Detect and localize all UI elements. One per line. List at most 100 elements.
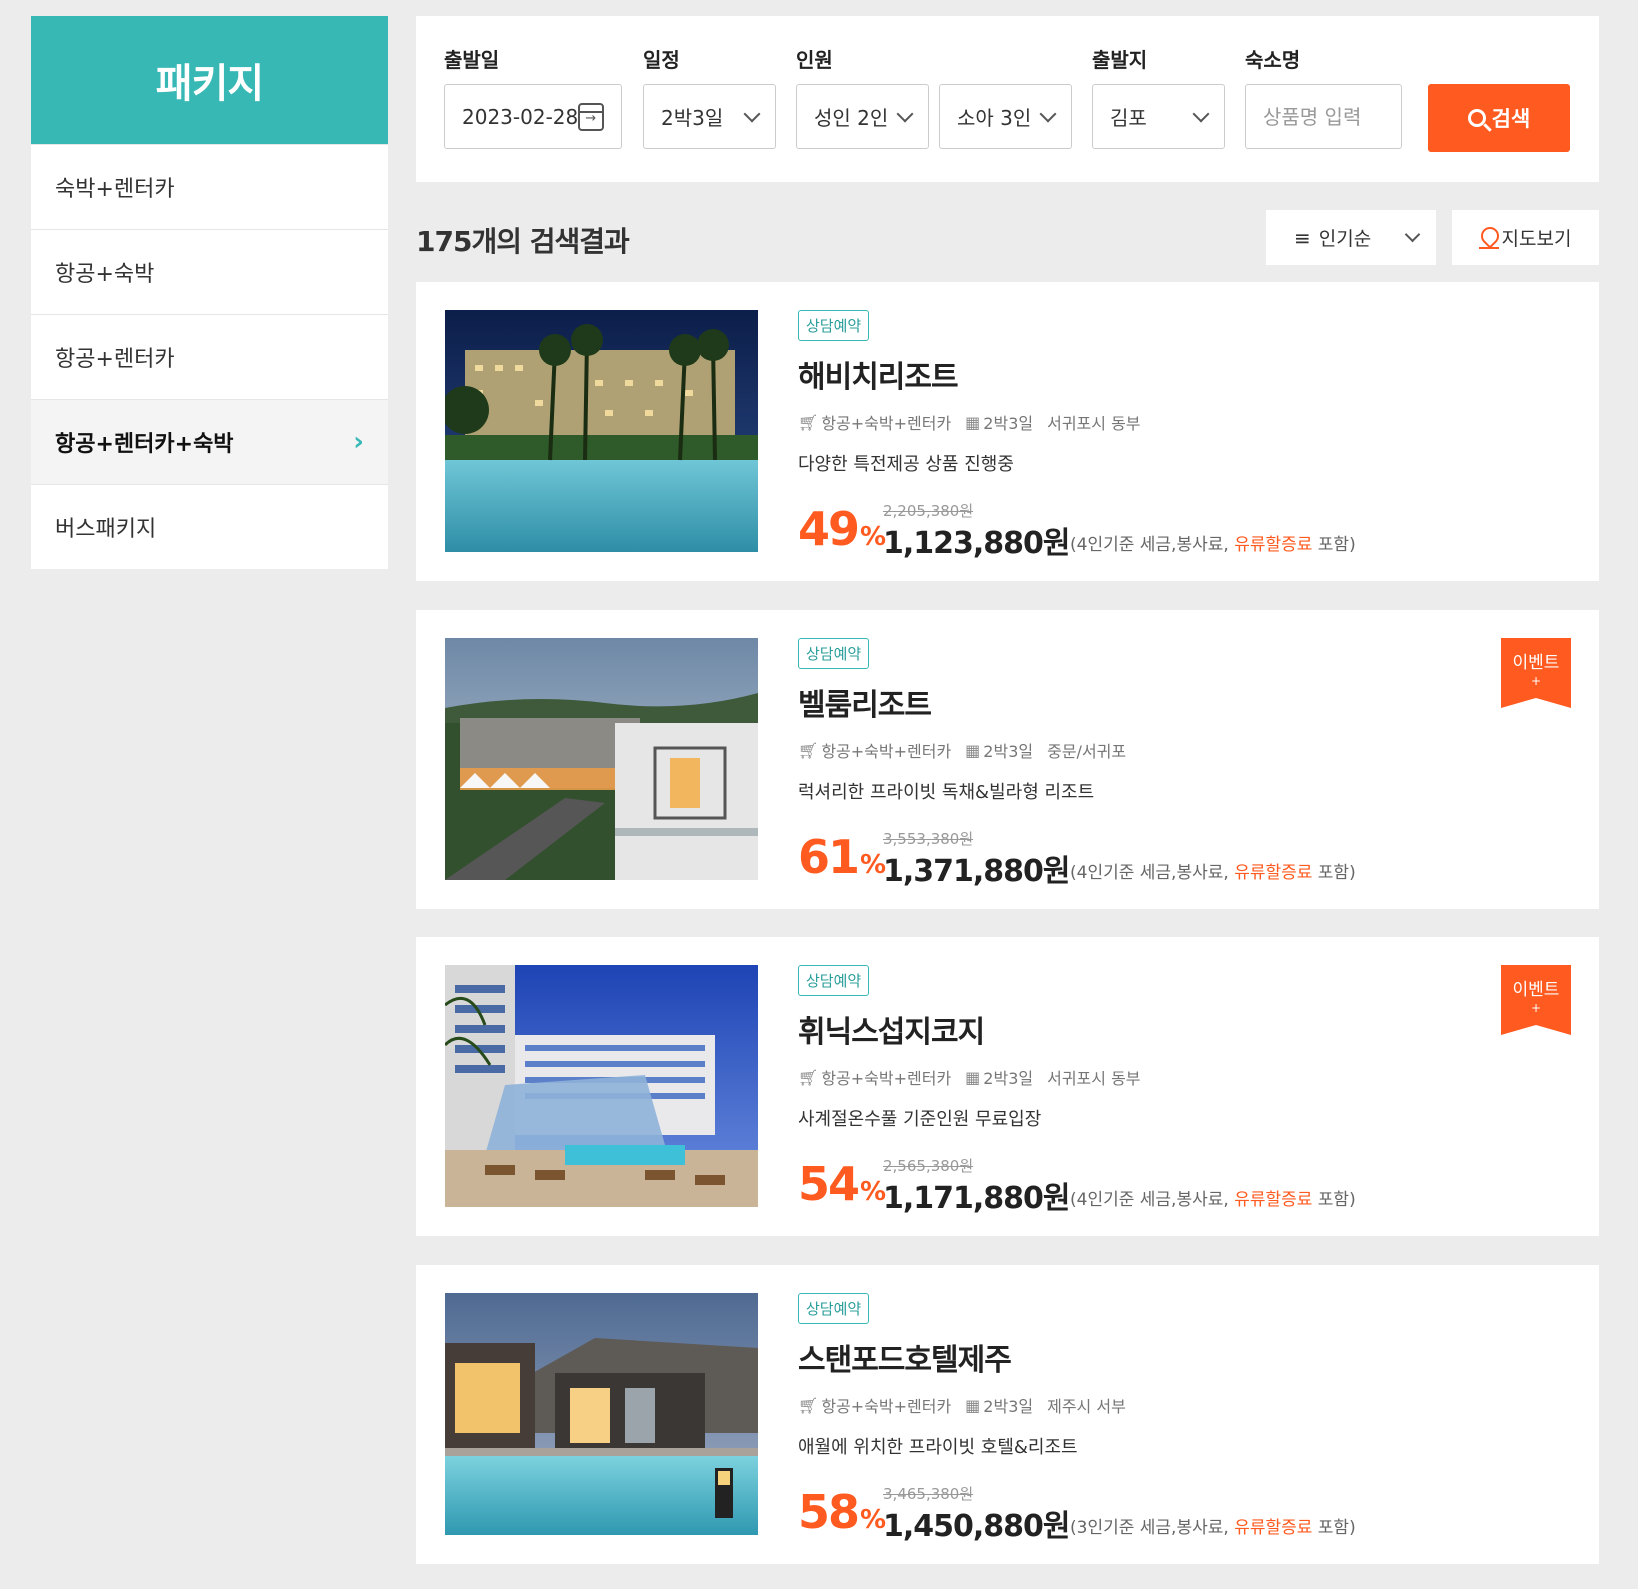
package-type: 항공+숙박+렌터카 [821, 414, 952, 433]
sidebar: 패키지 숙박+렌터카 항공+숙박 항공+렌터카 항공+렌터카+숙박 › 버스패키… [31, 16, 388, 569]
duration: 2박3일 [983, 1069, 1034, 1088]
hotel-description: 애월에 위치한 프라이빗 호텔&리조트 [798, 1437, 1078, 1458]
people-label: 인원 [796, 48, 833, 72]
search-icon [1467, 109, 1486, 127]
price-note-text: 포함) [1312, 863, 1356, 883]
fuel-surcharge-text: 유류할증료 [1234, 535, 1313, 555]
chevron-down-icon [743, 105, 761, 122]
price-note: (4인기준 세금,봉사료, 유류할증료 포함) [1070, 858, 1356, 883]
chevron-down-icon [1192, 105, 1210, 122]
discount-rate: 54% [798, 1157, 886, 1211]
discount-value: 49 [798, 502, 860, 556]
search-button[interactable]: 검색 [1428, 84, 1570, 152]
price-note-text: (4인기준 세금,봉사료, [1070, 863, 1235, 883]
hotel-photo[interactable] [445, 965, 758, 1207]
consult-badge: 상담예약 [798, 638, 870, 669]
hotel-name[interactable]: 해비치리조트 [798, 352, 959, 396]
sidebar-item-air-rentcar-stay[interactable]: 항공+렌터카+숙박 › [31, 399, 388, 484]
hotel-name[interactable]: 벨룸리조트 [798, 680, 932, 724]
fuel-surcharge-text: 유류할증료 [1234, 1190, 1313, 1210]
origin-value: 김포 [1110, 106, 1147, 130]
chevron-down-icon [1404, 226, 1421, 243]
hotel-name[interactable]: 휘닉스섭지코지 [798, 1007, 985, 1051]
plus-icon: + [1530, 1001, 1542, 1015]
calendar-icon: ▦ [965, 412, 981, 432]
sidebar-item-stay-rentcar[interactable]: 숙박+렌터카 [31, 144, 388, 229]
cart-icon: 🛒︎ [798, 1067, 819, 1087]
price-note: (4인기준 세금,봉사료, 유류할증료 포함) [1070, 530, 1356, 555]
location: 중문/서귀포 [1047, 742, 1127, 761]
schedule-label: 일정 [643, 48, 680, 72]
chevron-down-icon [1039, 105, 1057, 122]
product-card[interactable]: 상담예약 스탠포드호텔제주 🛒︎ 항공+숙박+렌터카 ▦ 2박3일 제주시 서부 애… [416, 1265, 1599, 1564]
event-label: 이벤트 [1512, 980, 1560, 1000]
consult-badge: 상담예약 [798, 1293, 870, 1324]
sort-select[interactable]: ≡ 인기순 [1266, 210, 1436, 265]
map-pin-icon [1478, 227, 1499, 249]
price-note-text: 포함) [1312, 1518, 1356, 1538]
package-type: 항공+숙박+렌터카 [821, 742, 952, 761]
calendar-icon: ▦ [965, 1067, 981, 1087]
calendar-icon [578, 102, 604, 131]
package-type: 항공+숙박+렌터카 [821, 1397, 952, 1416]
hotel-meta: 🛒︎ 항공+숙박+렌터카 ▦ 2박3일 서귀포시 동부 [798, 410, 1141, 434]
result-count: 175개의 검색결과 [416, 225, 630, 258]
child-select[interactable]: 소아 3인 [939, 84, 1072, 149]
package-type: 항공+숙박+렌터카 [821, 1069, 952, 1088]
product-card[interactable]: 상담예약 해비치리조트 🛒︎ 항공+숙박+렌터카 ▦ 2박3일 서귀포시 동부 다양… [416, 282, 1599, 581]
sidebar-item-label: 항공+렌터카 [55, 347, 175, 372]
calendar-icon: ▦ [965, 1395, 981, 1415]
price-note: (4인기준 세금,봉사료, 유류할증료 포함) [1070, 1185, 1356, 1210]
discount-value: 61 [798, 830, 860, 884]
depart-date-picker[interactable]: 2023-02-28 [444, 84, 622, 149]
fuel-surcharge-text: 유류할증료 [1234, 1518, 1313, 1538]
hotel-photo[interactable] [445, 310, 758, 552]
discount-rate: 61% [798, 830, 886, 884]
sale-price: 1,123,880원 [883, 526, 1071, 561]
event-ribbon[interactable]: 이벤트 + [1501, 638, 1571, 708]
discount-value: 54 [798, 1157, 860, 1211]
adult-select[interactable]: 성인 2인 [796, 84, 929, 149]
schedule-select[interactable]: 2박3일 [643, 84, 776, 149]
sale-price: 1,171,880원 [883, 1181, 1071, 1216]
discount-value: 58 [798, 1485, 860, 1539]
sidebar-item-air-rentcar[interactable]: 항공+렌터카 [31, 314, 388, 399]
sidebar-item-air-stay[interactable]: 항공+숙박 [31, 229, 388, 314]
price-note-text: (4인기준 세금,봉사료, [1070, 1190, 1235, 1210]
chevron-down-icon [896, 105, 914, 122]
sidebar-item-label: 버스패키지 [55, 517, 157, 542]
price-note-text: 포함) [1312, 535, 1356, 555]
hotel-name-input[interactable] [1245, 84, 1402, 149]
cart-icon: 🛒︎ [798, 740, 819, 760]
hotel-description: 사계절온수풀 기준인원 무료입장 [798, 1109, 1042, 1130]
product-card[interactable]: 상담예약 휘닉스섭지코지 🛒︎ 항공+숙박+렌터카 ▦ 2박3일 서귀포시 동부 사… [416, 937, 1599, 1236]
map-view-button[interactable]: 지도보기 [1452, 210, 1599, 265]
consult-badge: 상담예약 [798, 310, 870, 341]
product-card[interactable]: 상담예약 벨룸리조트 🛒︎ 항공+숙박+렌터카 ▦ 2박3일 중문/서귀포 럭셔리한… [416, 610, 1599, 909]
sort-value: 인기순 [1318, 228, 1372, 250]
duration: 2박3일 [983, 742, 1034, 761]
percent-sign: % [860, 1177, 886, 1207]
sidebar-item-label: 항공+숙박 [55, 262, 155, 287]
sidebar-item-label: 숙박+렌터카 [55, 177, 175, 202]
discount-rate: 58% [798, 1485, 886, 1539]
map-view-label: 지도보기 [1501, 228, 1572, 250]
plus-icon: + [1530, 674, 1542, 688]
hotel-photo[interactable] [445, 1293, 758, 1535]
hotel-photo[interactable] [445, 638, 758, 880]
depart-date-value: 2023-02-28 [462, 104, 579, 129]
search-panel: 출발일 2023-02-28 일정 2박3일 인원 성인 2인 소아 3인 출발… [416, 16, 1599, 182]
calendar-icon: ▦ [965, 740, 981, 760]
origin-select[interactable]: 김포 [1092, 84, 1225, 149]
hotel-meta: 🛒︎ 항공+숙박+렌터카 ▦ 2박3일 중문/서귀포 [798, 738, 1126, 762]
hotel-name[interactable]: 스탠포드호텔제주 [798, 1335, 1012, 1379]
sale-price: 1,450,880원 [883, 1509, 1071, 1544]
search-button-label: 검색 [1491, 107, 1531, 131]
cart-icon: 🛒︎ [798, 412, 819, 432]
list-icon: ≡ [1294, 225, 1311, 250]
depart-label: 출발일 [444, 48, 500, 72]
sidebar-item-bus-package[interactable]: 버스패키지 [31, 484, 388, 569]
price-note-text: 포함) [1312, 1190, 1356, 1210]
percent-sign: % [860, 850, 886, 880]
event-ribbon[interactable]: 이벤트 + [1501, 965, 1571, 1035]
